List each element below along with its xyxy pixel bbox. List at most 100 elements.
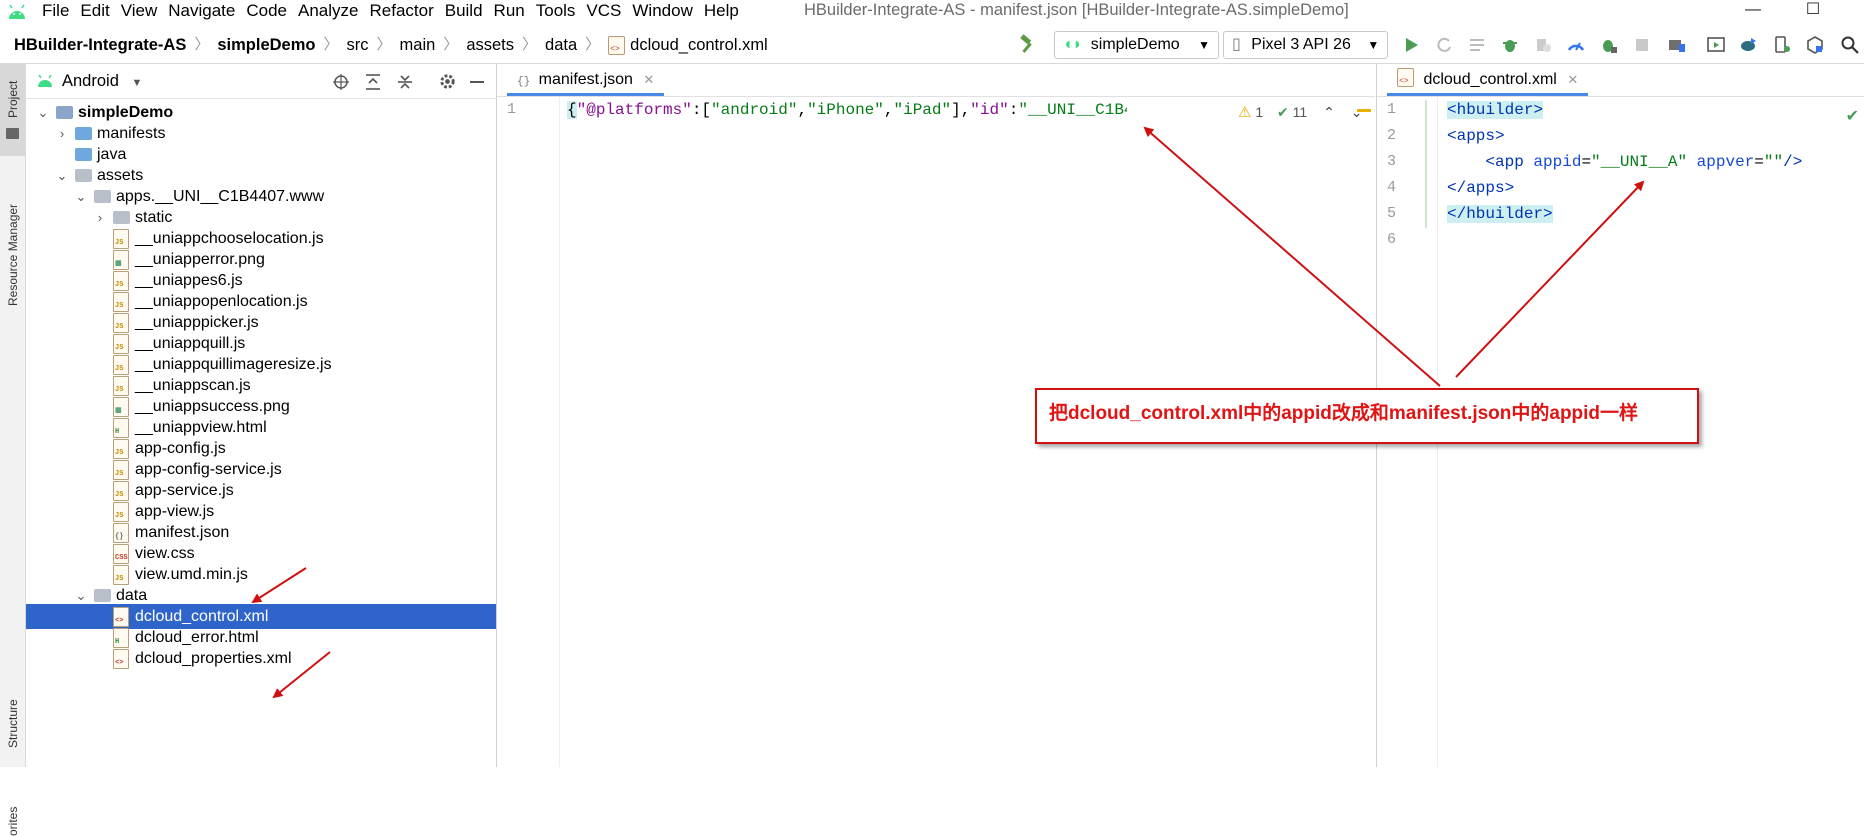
line-number: 3 xyxy=(1387,153,1397,170)
menu-vcs[interactable]: VCS xyxy=(586,0,626,24)
apply-changes-icon[interactable] xyxy=(1434,35,1454,55)
device-select[interactable]: ▯ Pixel 3 API 26 ▼ xyxy=(1223,31,1389,59)
menu-navigate[interactable]: Navigate xyxy=(168,0,240,24)
breadcrumb-item[interactable]: data xyxy=(545,27,577,63)
close-icon[interactable]: ✕ xyxy=(643,72,654,87)
check-icon: ✔ xyxy=(1277,104,1289,120)
breadcrumb-item[interactable]: dcloud_control.xml xyxy=(630,27,768,63)
menu-run[interactable]: Run xyxy=(494,0,530,24)
device-label: Pixel 3 API 26 xyxy=(1251,36,1351,53)
code-token: "iPhone" xyxy=(807,101,884,119)
navigation-bar: HBuilder-Integrate-AS 〉 simpleDemo 〉 src 〉 mai… xyxy=(0,27,1864,64)
breadcrumb-separator-icon: 〉 xyxy=(585,36,601,53)
minimize-button[interactable]: — xyxy=(1733,0,1773,22)
breadcrumb-item[interactable]: HBuilder-Integrate-AS xyxy=(14,27,186,63)
code-token: { xyxy=(567,101,577,119)
project-tool-button[interactable]: Project xyxy=(0,64,25,156)
device-icon: ▯ xyxy=(1232,36,1241,53)
folder-icon xyxy=(94,190,111,203)
menu-tools[interactable]: Tools xyxy=(536,0,581,24)
code-line: <hbuilder> xyxy=(1447,97,1544,123)
code-token: , xyxy=(797,101,808,119)
expand-all-icon[interactable] xyxy=(364,73,382,91)
line-number: 6 xyxy=(1387,231,1397,248)
code-token: <hbuilder> xyxy=(1447,101,1544,119)
run-icon[interactable] xyxy=(1401,35,1421,55)
menu-analyze[interactable]: Analyze xyxy=(298,0,363,24)
tab-manifest-json[interactable]: {} manifest.json ✕ xyxy=(507,64,665,96)
resource-manager-tool-button[interactable]: Resource Manager xyxy=(0,164,25,314)
code-token: "iPad" xyxy=(893,101,952,119)
js-file-icon: JS xyxy=(113,460,129,480)
menu-refactor[interactable]: Refactor xyxy=(369,0,438,24)
html-file-icon: H xyxy=(113,418,129,438)
png-file-icon: ▦ xyxy=(113,250,129,270)
locate-icon[interactable] xyxy=(332,73,350,91)
breadcrumb-item[interactable]: main xyxy=(400,27,436,63)
debug-icon[interactable] xyxy=(1500,35,1520,55)
json-file-icon: {} xyxy=(113,523,129,543)
annotation-callout: 把dcloud_control.xml中的appid改成和manifest.js… xyxy=(1035,388,1699,444)
maximize-button[interactable]: ☐ xyxy=(1793,0,1833,22)
xml-file-icon xyxy=(1397,68,1414,87)
menu-help[interactable]: Help xyxy=(704,0,744,24)
tree-item-label: dcloud_properties.xml xyxy=(135,650,292,667)
stop-icon[interactable] xyxy=(1632,35,1652,55)
breadcrumb-item[interactable]: assets xyxy=(466,27,514,63)
project-structure-icon[interactable] xyxy=(1667,35,1687,55)
js-file-icon: JS xyxy=(113,271,129,291)
breadcrumb-item[interactable]: src xyxy=(347,27,369,63)
tab-dcloud-control-xml[interactable]: dcloud_control.xml ✕ xyxy=(1387,64,1589,96)
structure-tool-button[interactable]: Structure xyxy=(0,674,25,774)
menu-code[interactable]: Code xyxy=(246,0,292,24)
menu-file[interactable]: File xyxy=(42,0,74,24)
hide-panel-icon[interactable] xyxy=(470,81,484,83)
menu-window[interactable]: Window xyxy=(632,0,697,24)
run-config-label: simpleDemo xyxy=(1090,36,1180,53)
project-panel: Android ▼ ⌄ simpleDemo › manifests java ⌄ asse… xyxy=(26,64,497,767)
tree-item[interactable]: <> dcloud_properties.xml xyxy=(26,646,496,671)
code-token: appid xyxy=(1533,153,1582,171)
breadcrumb-separator-icon: 〉 xyxy=(376,36,392,53)
favorites-tool-button[interactable]: Favorites xyxy=(0,776,25,836)
project-view-select[interactable]: Android ▼ xyxy=(62,64,142,100)
code-token: appver xyxy=(1687,153,1755,171)
gear-icon[interactable] xyxy=(438,72,457,91)
tab-label: manifest.json xyxy=(538,71,633,88)
code-token: = xyxy=(1581,153,1592,171)
attach-process-icon[interactable] xyxy=(1599,35,1619,55)
search-icon[interactable] xyxy=(1840,35,1860,55)
run-configuration-select[interactable]: ◖◗ simpleDemo ▼ xyxy=(1054,31,1220,59)
menu-view[interactable]: View xyxy=(121,0,163,24)
menu-edit[interactable]: Edit xyxy=(80,0,114,24)
sync-gradle-icon[interactable] xyxy=(1739,35,1759,55)
code-token: :[ xyxy=(691,101,712,119)
menu-build[interactable]: Build xyxy=(445,0,488,24)
code-line: <apps> xyxy=(1447,123,1505,149)
code-token: <apps> xyxy=(1447,127,1505,145)
chevron-up-icon[interactable]: ⌃ xyxy=(1323,104,1335,120)
menu-bar: File Edit View Navigate Code Analyze Refactor B… xyxy=(42,0,750,24)
code-line: </apps> xyxy=(1447,175,1514,201)
code-token: "__UNI__A" xyxy=(1591,153,1688,171)
sdk-manager-icon[interactable] xyxy=(1805,35,1825,55)
chevron-down-icon: ▼ xyxy=(1367,38,1380,52)
apply-code-changes-icon[interactable] xyxy=(1467,35,1487,55)
code-line: <app appid="__UNI__A" appver=""/> xyxy=(1447,149,1802,175)
js-file-icon: JS xyxy=(113,313,129,333)
chevron-down-icon[interactable]: ⌄ xyxy=(1351,104,1363,120)
folder-icon xyxy=(113,211,130,224)
xml-file-icon: <> xyxy=(113,607,129,627)
inspection-widget[interactable]: ⚠ 1 ✔ 11 ⌃ ⌄ xyxy=(1238,100,1362,124)
attach-debugger-icon[interactable] xyxy=(1533,35,1553,55)
build-hammer-icon[interactable] xyxy=(1018,34,1038,54)
js-file-icon: JS xyxy=(113,355,129,375)
collapse-all-icon[interactable] xyxy=(396,73,414,91)
line-number: 2 xyxy=(1387,127,1397,144)
profile-icon[interactable] xyxy=(1566,35,1586,55)
close-icon[interactable]: ✕ xyxy=(1567,72,1578,87)
resource-manager-tool-label: Resource Manager xyxy=(6,203,20,306)
run-anything-icon[interactable] xyxy=(1706,35,1726,55)
breadcrumb-item[interactable]: simpleDemo xyxy=(217,27,315,63)
device-manager-icon[interactable] xyxy=(1772,35,1792,55)
